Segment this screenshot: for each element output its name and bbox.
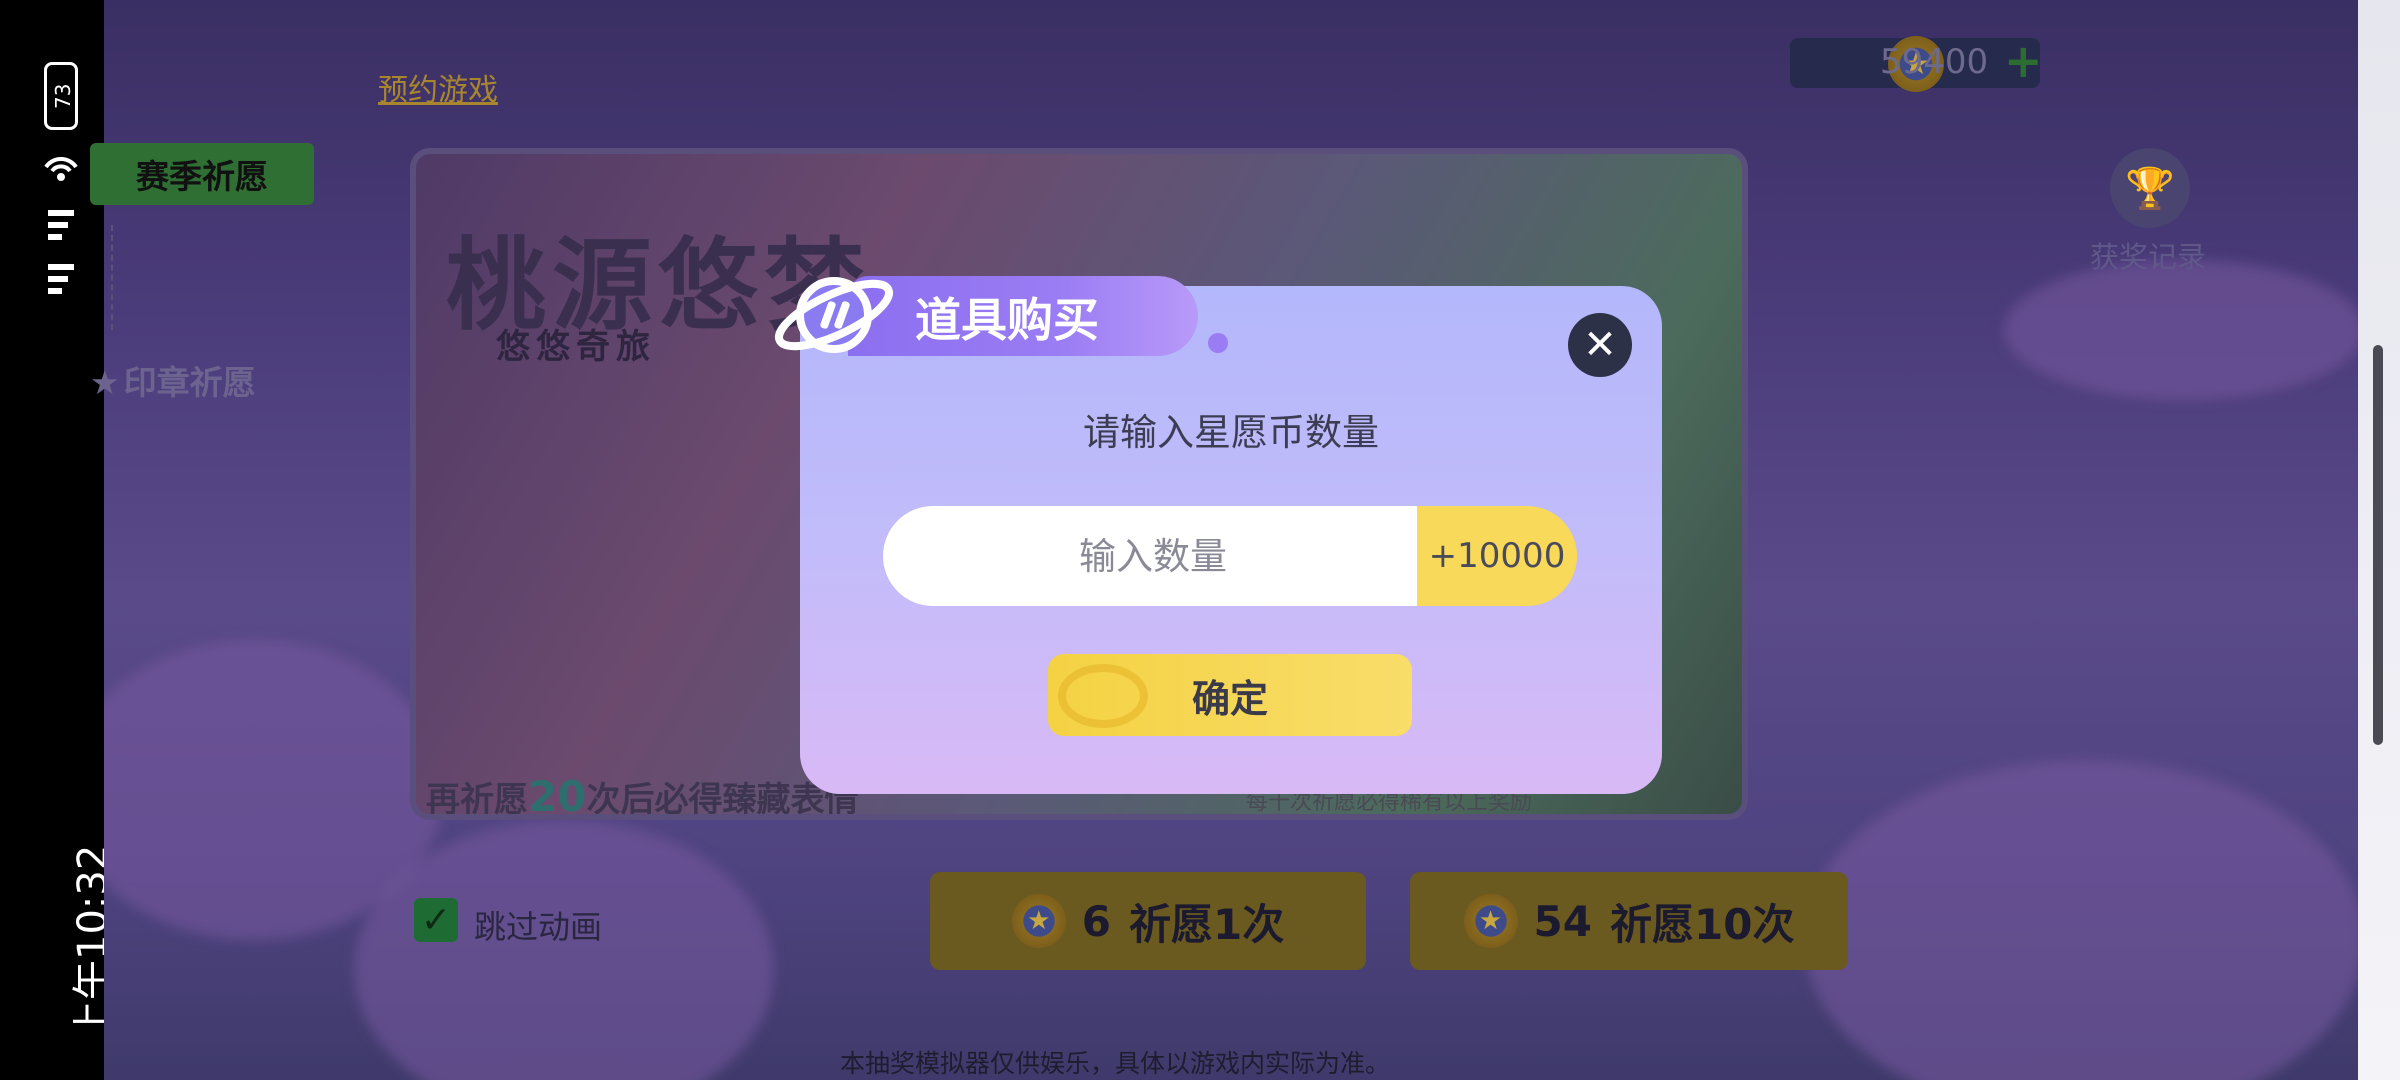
trophy-icon[interactable]: 🏆 bbox=[2110, 148, 2190, 228]
star-icon: ★ bbox=[90, 363, 120, 402]
dialog-title: 道具购买 bbox=[915, 293, 1099, 347]
planet-logo-icon bbox=[774, 277, 894, 353]
confirm-decoration bbox=[1058, 664, 1148, 728]
tab-divider bbox=[111, 225, 113, 330]
battery-level: 73 bbox=[51, 83, 75, 109]
guarantee-count: 20 bbox=[528, 772, 587, 820]
cloud-decoration bbox=[1804, 760, 2358, 1080]
star-coin-icon: ★ bbox=[1463, 894, 1518, 948]
battery-icon: 73 bbox=[44, 62, 78, 130]
tab-stamp-wish[interactable]: ★ 印章祈愿 bbox=[90, 356, 256, 404]
header-dot-decoration bbox=[1208, 333, 1228, 353]
wish-once-label: 祈愿1次 bbox=[1129, 899, 1285, 949]
skip-animation-label[interactable]: 跳过动画 bbox=[474, 902, 602, 948]
quantity-input[interactable] bbox=[883, 506, 1423, 606]
award-record-label[interactable]: 获奖记录 bbox=[2090, 234, 2206, 276]
reserve-game-link[interactable]: 预约游戏 bbox=[378, 65, 498, 109]
signal-icon bbox=[48, 210, 74, 294]
guarantee-prefix: 再祈愿 bbox=[426, 780, 528, 820]
tab-stamp-label: 印章祈愿 bbox=[123, 363, 256, 402]
add-10000-button[interactable]: +10000 bbox=[1417, 506, 1577, 606]
wish-ten-cost: 54 bbox=[1533, 896, 1592, 946]
skip-animation-checkbox[interactable]: ✓ bbox=[414, 898, 458, 942]
guarantee-text: 再祈愿20次后必得臻藏表情 bbox=[426, 772, 858, 820]
wish-once-button[interactable]: ★ 6 祈愿1次 bbox=[930, 872, 1366, 970]
disclaimer-text: 本抽奖模拟器仅供娱乐，具体以游戏内实际为准。 bbox=[840, 1049, 1391, 1078]
wish-ten-label: 祈愿10次 bbox=[1610, 899, 1795, 949]
scrollbar[interactable] bbox=[2373, 345, 2383, 745]
status-bar: 73 上午10:32 bbox=[0, 0, 116, 1080]
wish-ten-button[interactable]: ★ 54 祈愿10次 bbox=[1410, 872, 1848, 970]
wish-once-cost: 6 bbox=[1081, 896, 1111, 946]
currency-amount: 59400 bbox=[1880, 42, 1989, 82]
banner-subtitle: 悠悠奇旅 bbox=[496, 327, 656, 367]
close-icon[interactable]: ✕ bbox=[1568, 313, 1632, 377]
tab-season-wish[interactable]: 赛季祈愿 bbox=[90, 143, 314, 205]
add-currency-button[interactable]: + bbox=[2004, 34, 2043, 88]
cloud-decoration bbox=[2004, 260, 2358, 400]
dialog-prompt: 请输入星愿币数量 bbox=[1083, 411, 1379, 454]
star-coin-icon: ★ bbox=[1011, 894, 1066, 948]
confirm-button[interactable]: 确定 bbox=[1048, 654, 1412, 736]
wifi-icon bbox=[44, 157, 78, 181]
confirm-label: 确定 bbox=[1191, 676, 1268, 721]
